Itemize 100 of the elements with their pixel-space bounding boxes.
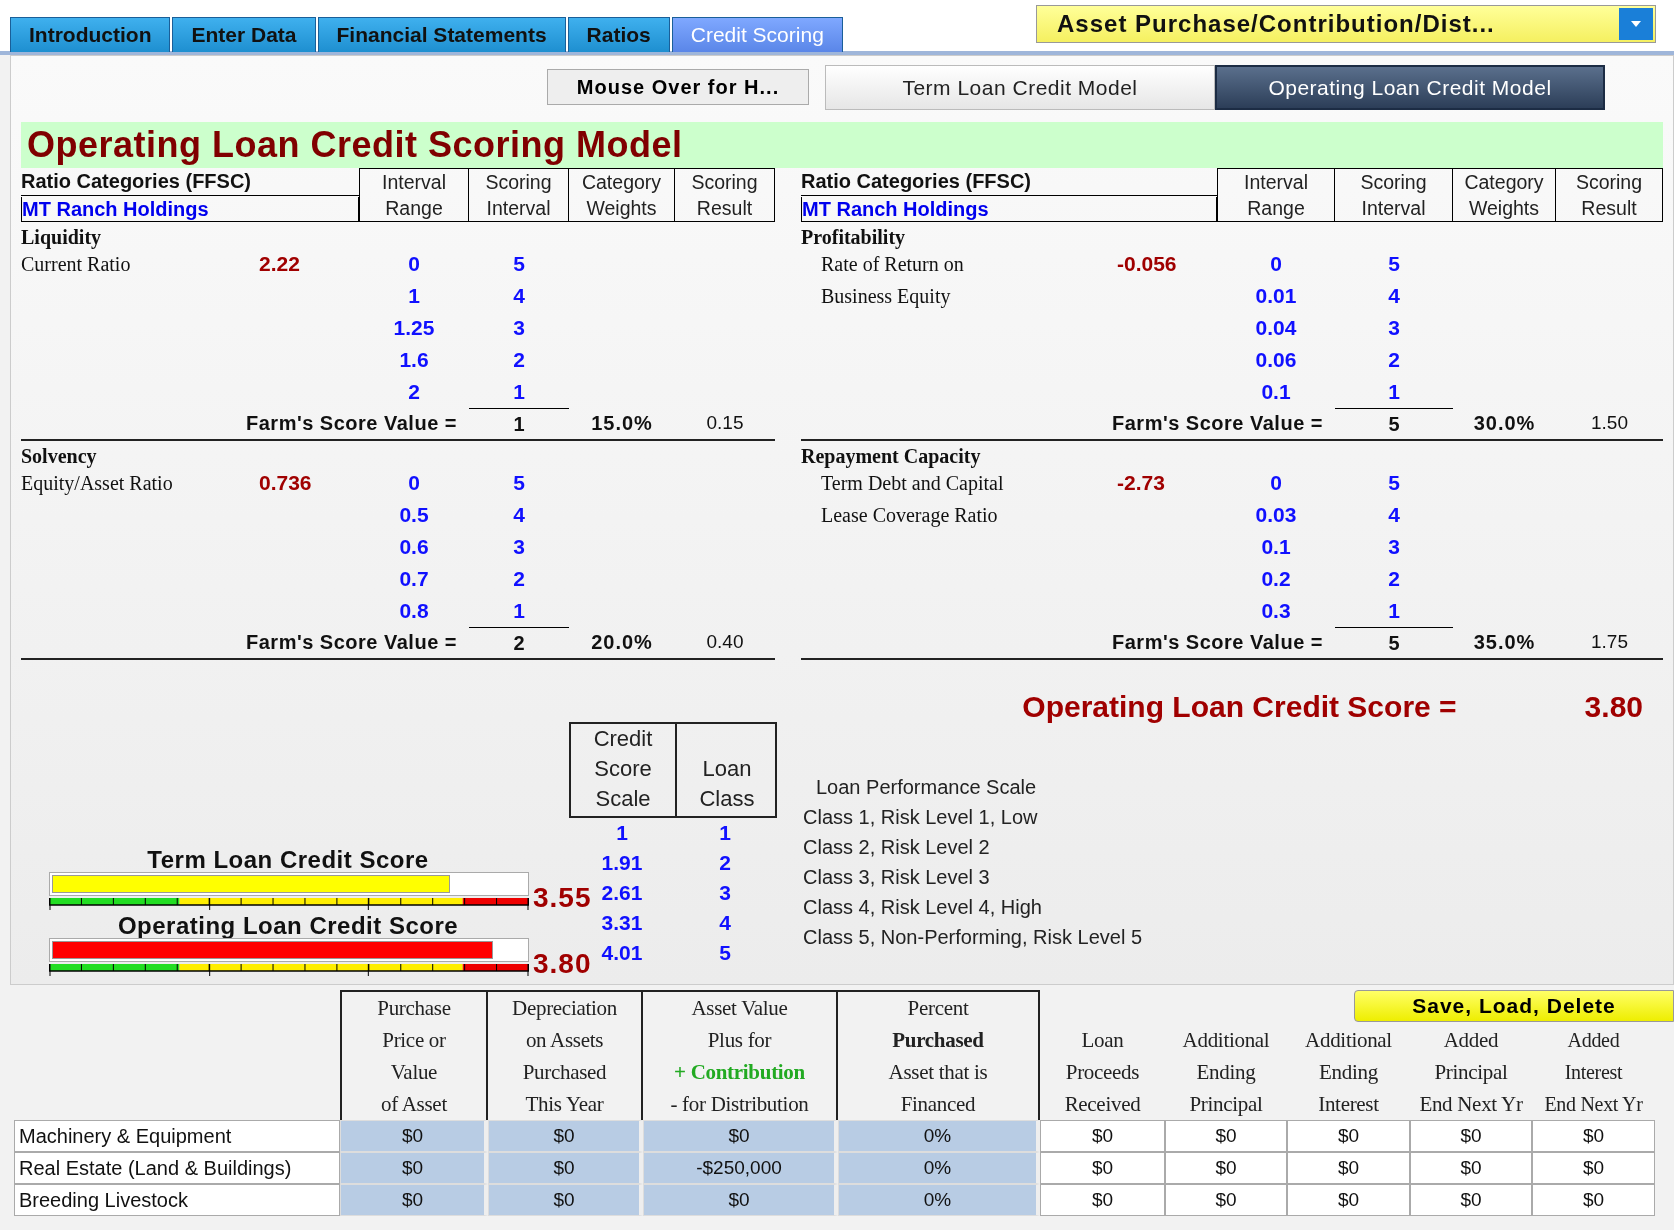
interval-range: 0.5 (399, 503, 429, 526)
interval-range: 0.3 (1261, 599, 1291, 622)
input-cell[interactable]: 0% (838, 1152, 1040, 1184)
category-weight: 15.0% (591, 412, 653, 434)
interval-range: 0 (408, 471, 420, 494)
category-header: Ratio Categories (FFSC) (21, 168, 359, 196)
input-cell[interactable]: $0 (340, 1152, 488, 1184)
tab[interactable]: Introduction (10, 17, 171, 52)
column-header: Loan Class (698, 755, 756, 813)
table-cell: $0 (1040, 1152, 1165, 1184)
tab[interactable]: Ratios (567, 17, 670, 52)
interval-range: 0.2 (1261, 567, 1291, 590)
credit-score-label: Operating Loan Credit Score = (1022, 690, 1457, 724)
interval-range: 0.04 (1255, 316, 1297, 339)
column-header: Category Weights (1453, 168, 1556, 222)
column-header: Scoring Result (1556, 168, 1663, 222)
scoring-interval: 3 (513, 535, 525, 558)
model-button[interactable]: Term Loan Credit Model (825, 65, 1215, 110)
ratio-value: 2.22 (259, 252, 300, 275)
loan-class-description: Class 3, Risk Level 3 (803, 865, 991, 890)
entity-name: MT Ranch Holdings (801, 196, 1217, 222)
loan-class: 4 (718, 910, 732, 936)
table-cell: $0 (1287, 1184, 1410, 1216)
scoring-interval: 5 (513, 252, 525, 275)
interval-range: 0.1 (1261, 535, 1291, 558)
score-label: Farm's Score Value = (246, 412, 457, 434)
scoring-interval: 4 (1388, 503, 1400, 526)
scoring-interval: 5 (513, 471, 525, 494)
scoring-interval: 4 (1388, 284, 1400, 307)
column-header: Loan Proceeds Received (1063, 1027, 1142, 1118)
scoring-interval: 2 (1388, 348, 1400, 371)
ratio-name: Rate of Return on (821, 253, 964, 275)
category-weight: 30.0% (1473, 412, 1536, 434)
scoring-interval: 2 (513, 348, 525, 371)
interval-range: 0 (1270, 252, 1282, 275)
loan-class-description: Class 2, Risk Level 2 (803, 835, 991, 860)
column-header: Interval Range (359, 168, 469, 222)
category-weight: 20.0% (591, 631, 653, 653)
table-cell: $0 (1532, 1120, 1655, 1152)
table-cell: $0 (1287, 1152, 1410, 1184)
interval-range: 0.8 (399, 599, 429, 622)
ratio-name: Business Equity (821, 285, 951, 307)
score-threshold: 1 (615, 820, 629, 846)
input-cell[interactable]: $0 (488, 1184, 643, 1216)
table-cell: $0 (1040, 1120, 1165, 1152)
input-cell[interactable]: $0 (643, 1184, 838, 1216)
column-header: Credit Score Scale (571, 724, 677, 816)
row-label: Breeding Livestock (14, 1184, 340, 1216)
interval-range: 2 (408, 380, 420, 403)
row-label: Real Estate (Land & Buildings) (14, 1152, 340, 1184)
ratio-value: -0.056 (1117, 252, 1177, 275)
scoring-interval: 3 (1388, 316, 1400, 339)
table-cell: $0 (1165, 1184, 1287, 1216)
scoring-result: 0.40 (706, 631, 744, 652)
scoring-result: 1.75 (1591, 631, 1628, 652)
interval-range: 0 (408, 252, 420, 275)
section-heading: Profitability (801, 225, 907, 248)
input-cell[interactable]: $0 (340, 1184, 488, 1216)
interval-range: 0.7 (399, 567, 429, 590)
save-load-delete-button[interactable]: Save, Load, Delete (1354, 990, 1674, 1022)
gauge-label: Term Loan Credit Score (147, 846, 429, 873)
input-cell[interactable]: 0% (838, 1184, 1040, 1216)
table-cell: $0 (1532, 1184, 1655, 1216)
input-cell[interactable]: $0 (488, 1120, 643, 1152)
scoring-interval: 5 (1388, 252, 1400, 275)
score-value: 5 (1388, 632, 1400, 654)
interval-range: 0.06 (1255, 348, 1297, 371)
input-cell[interactable]: -$250,000 (643, 1152, 838, 1184)
help-button[interactable]: Mouse Over for H... (547, 69, 809, 105)
interval-range: 0.6 (399, 535, 429, 558)
tab[interactable]: Financial Statements (317, 17, 566, 52)
input-cell[interactable]: $0 (340, 1120, 488, 1152)
tab[interactable]: Enter Data (172, 17, 316, 52)
column-header: Category Weights (569, 168, 675, 222)
scoring-interval: 1 (513, 599, 525, 622)
category-header: Ratio Categories (FFSC) (801, 168, 1217, 196)
interval-range: 1.6 (399, 348, 429, 371)
column-header: Scoring Result (675, 168, 775, 222)
interval-range: 0 (1270, 471, 1282, 494)
scoring-interval: 4 (513, 284, 525, 307)
gauge-value: 3.80 (533, 948, 592, 980)
asset-dropdown[interactable]: Asset Purchase/Contribution/Dist... (1036, 5, 1656, 43)
score-label: Farm's Score Value = (1112, 412, 1323, 434)
input-cell[interactable]: $0 (488, 1152, 643, 1184)
column-header: Added Interest End Next Yr (1543, 1028, 1644, 1117)
score-label: Farm's Score Value = (1112, 631, 1323, 653)
input-cell[interactable]: $0 (643, 1120, 838, 1152)
model-button[interactable]: Operating Loan Credit Model (1215, 65, 1605, 110)
loan-class: 2 (718, 850, 732, 876)
scale-heading: Loan Performance Scale (815, 775, 1038, 800)
ratio-value: -2.73 (1117, 471, 1165, 494)
loan-class: 1 (718, 820, 732, 846)
input-cell[interactable]: 0% (838, 1120, 1040, 1152)
scoring-result: 0.15 (706, 412, 744, 433)
interval-range: 0.03 (1255, 503, 1297, 526)
column-header: Additional Ending Interest (1304, 1027, 1393, 1118)
table-cell: $0 (1410, 1120, 1532, 1152)
column-header: Scoring Interval (1335, 168, 1453, 222)
page-title: Operating Loan Credit Scoring Model (21, 122, 1663, 168)
column-header: Scoring Interval (469, 168, 569, 222)
